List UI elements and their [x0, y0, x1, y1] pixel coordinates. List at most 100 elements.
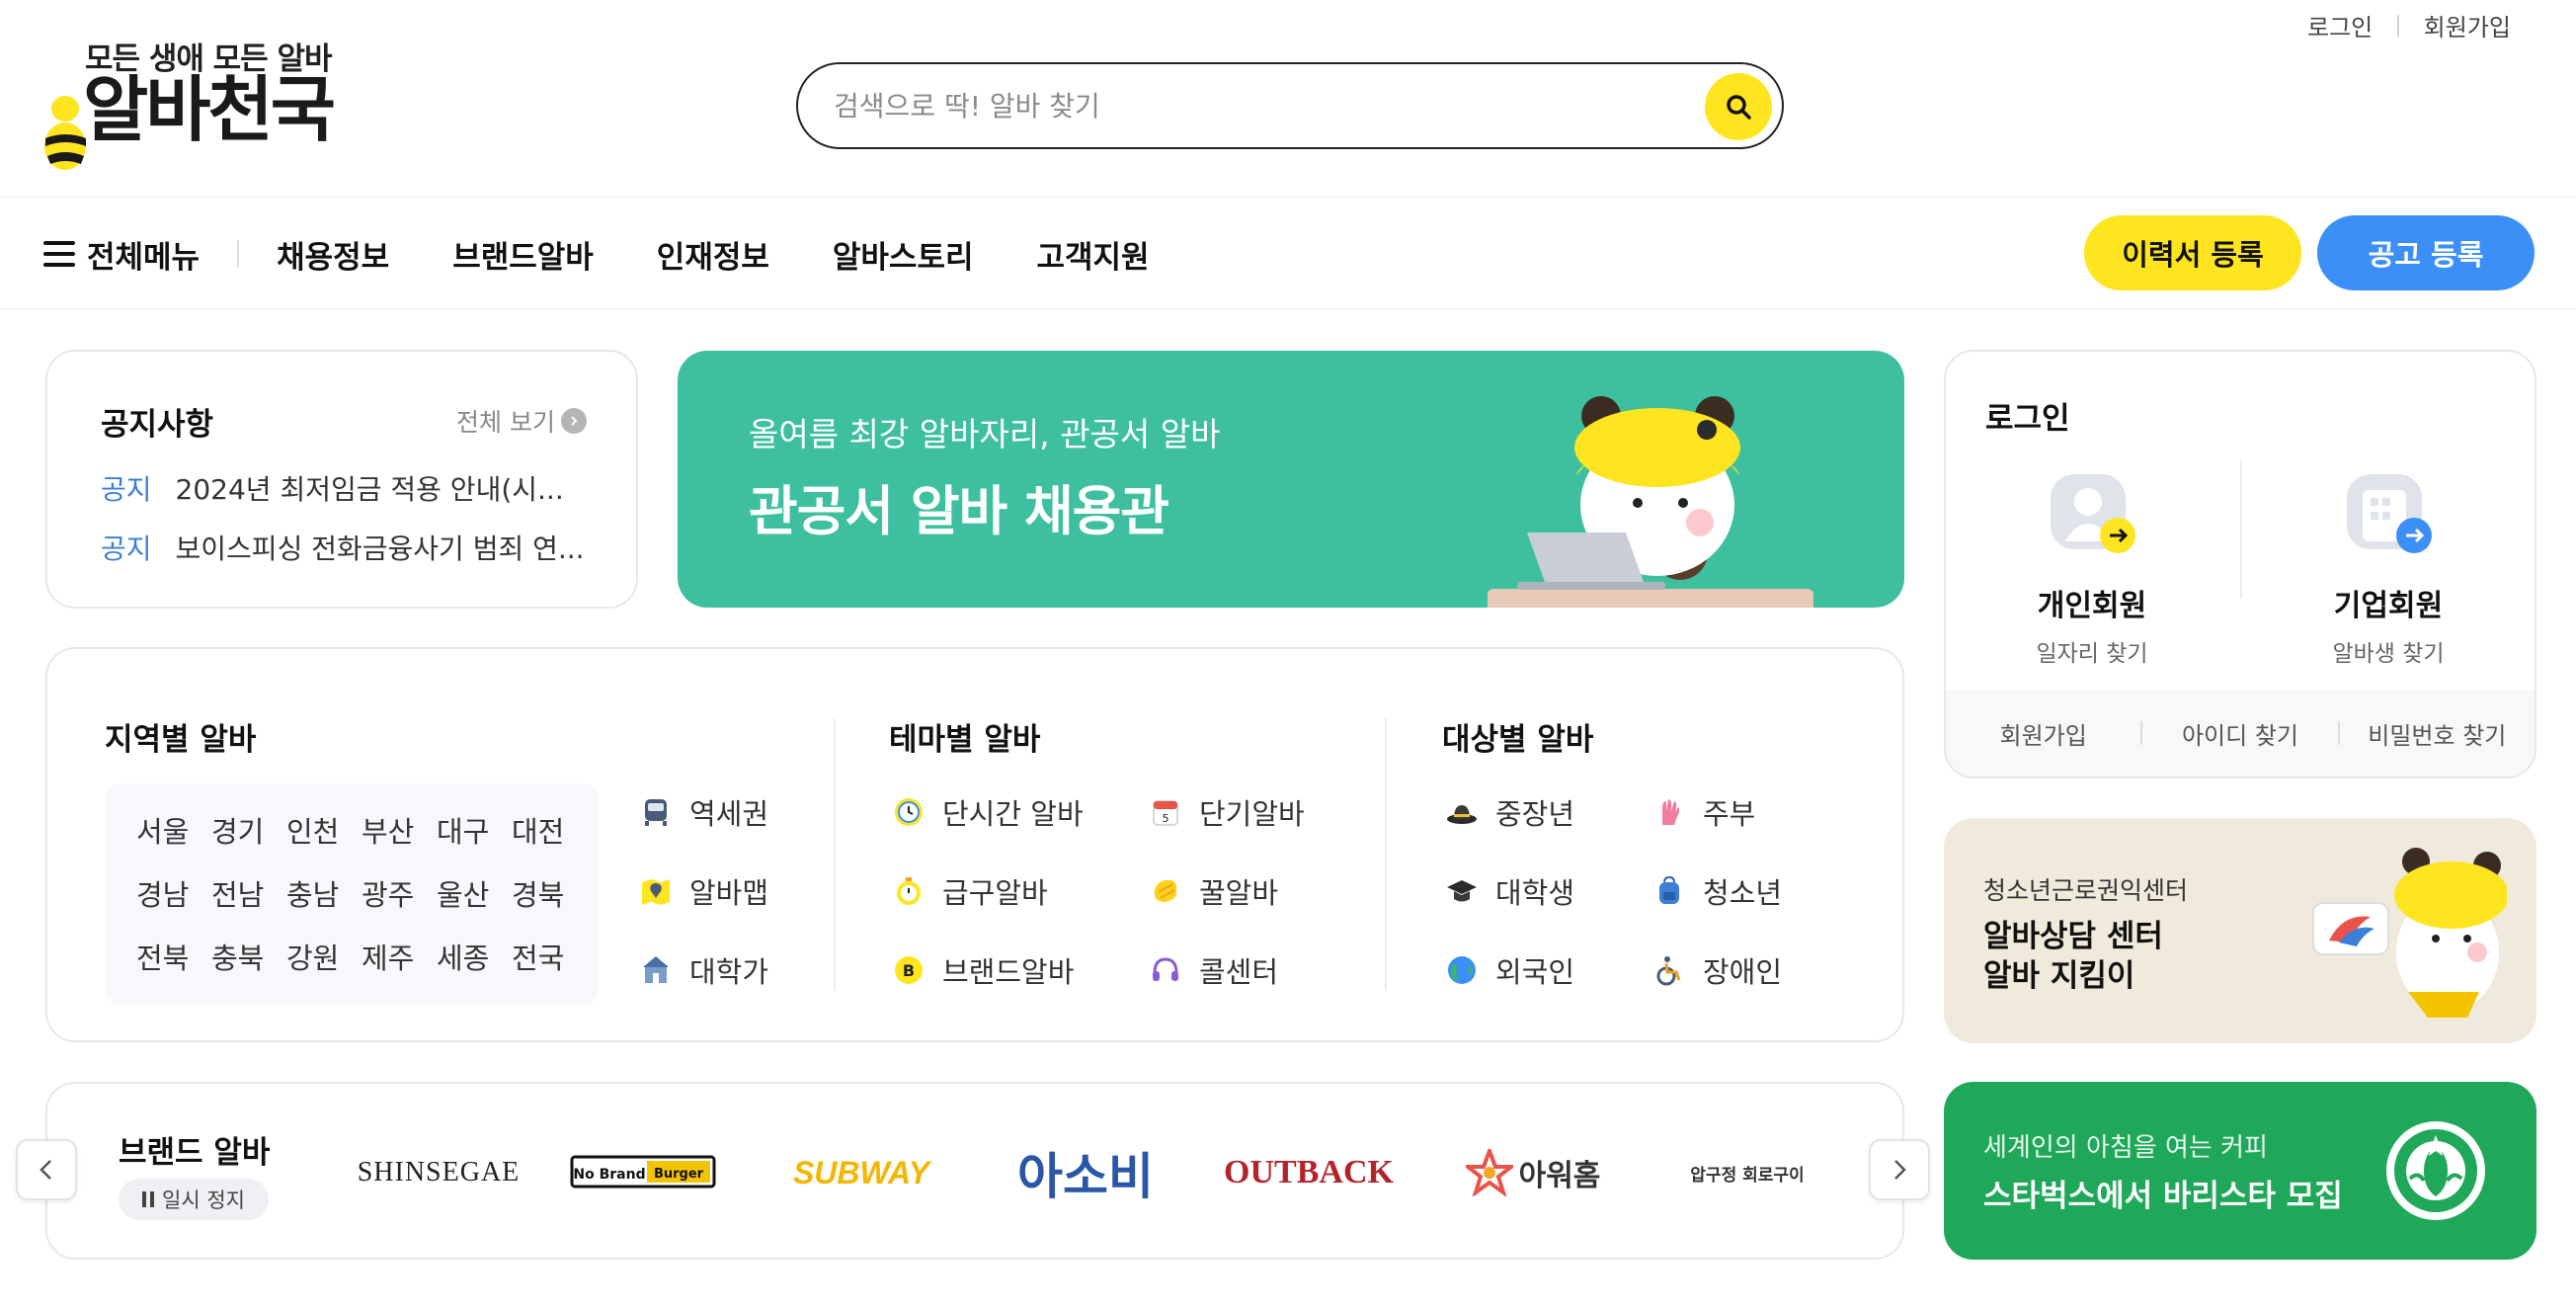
- category-youth[interactable]: 청소년: [1650, 870, 1782, 912]
- category-label: 콜센터: [1199, 955, 1279, 989]
- category-brand[interactable]: B 브랜드알바: [889, 949, 1074, 991]
- region-item[interactable]: 경북: [512, 872, 564, 914]
- login-title: 로그인: [1985, 401, 2070, 437]
- region-item[interactable]: 경기: [211, 809, 264, 851]
- university-icon: [636, 950, 676, 990]
- nav-item-talent[interactable]: 인재정보: [657, 232, 769, 277]
- category-disabled[interactable]: 장애인: [1650, 949, 1782, 991]
- pause-button[interactable]: 일시 정지: [119, 1179, 269, 1220]
- nav-item-brand[interactable]: 브랜드알바: [452, 232, 594, 277]
- divider: [0, 197, 2576, 198]
- region-item[interactable]: 전국: [512, 936, 564, 977]
- all-menu-button[interactable]: 전체메뉴: [43, 232, 200, 277]
- category-label: 청소년: [1703, 876, 1783, 910]
- divider: [0, 308, 2576, 309]
- divider: |: [2394, 13, 2402, 38]
- brand-logo-shinsegae[interactable]: SHINSEGAE: [340, 1143, 537, 1202]
- category-housewife[interactable]: 주부: [1650, 791, 1755, 833]
- find-id-link[interactable]: 아이디 찾기: [2142, 716, 2337, 751]
- category-label: 외국인: [1495, 955, 1575, 989]
- nav-item-story[interactable]: 알바스토리: [833, 232, 974, 277]
- region-item[interactable]: 경남: [136, 872, 189, 914]
- region-item[interactable]: 전북: [136, 936, 189, 977]
- search-input[interactable]: [834, 82, 1683, 129]
- region-item[interactable]: 울산: [437, 872, 489, 914]
- category-callcenter[interactable]: 콜센터: [1146, 949, 1278, 991]
- brand-logo-asobi[interactable]: 아소비: [1011, 1143, 1160, 1205]
- business-member-login[interactable]: 기업회원 알바생 찾기: [2290, 466, 2487, 668]
- category-foreigner[interactable]: 외국인: [1442, 949, 1574, 991]
- stopwatch-icon: [889, 871, 928, 911]
- logo-name: 알바천국: [83, 68, 336, 151]
- category-albamap[interactable]: 알바맵: [636, 870, 768, 912]
- brand-logo-outback[interactable]: OUTBACK: [1224, 1143, 1394, 1202]
- category-subway[interactable]: 역세권: [636, 791, 768, 833]
- brand-logo-subway[interactable]: SUBWAY: [782, 1143, 940, 1202]
- category-middle-aged[interactable]: 중장년: [1442, 791, 1574, 833]
- category-short-term[interactable]: 5 단기알바: [1146, 791, 1305, 833]
- region-item[interactable]: 충남: [286, 872, 339, 914]
- category-label: 꿀알바: [1199, 876, 1279, 910]
- main-banner[interactable]: 올여름 최강 알바자리, 관공서 알바 관공서 알바 채용관: [678, 351, 1904, 608]
- notice-item[interactable]: 공지 2024년 최저임금 적용 안내(시...: [101, 468, 564, 508]
- region-item[interactable]: 대구: [437, 809, 489, 851]
- region-item[interactable]: 인천: [286, 809, 339, 851]
- notice-card: 공지사항 전체 보기 공지 2024년 최저임금 적용 안내(시... 공지 보…: [45, 350, 638, 609]
- login-link[interactable]: 로그인: [2307, 8, 2373, 42]
- region-item[interactable]: 강원: [286, 936, 339, 977]
- category-label: 중장년: [1495, 797, 1575, 831]
- category-university[interactable]: 대학가: [636, 949, 768, 991]
- region-item[interactable]: 전남: [211, 872, 264, 914]
- region-item[interactable]: 광주: [362, 872, 414, 914]
- banner-title-line1: 알바상담 센터: [1983, 919, 2163, 954]
- category-label: 대학생: [1495, 876, 1575, 910]
- personal-member-desc: 일자리 찾기: [2036, 641, 2148, 667]
- category-college[interactable]: 대학생: [1442, 870, 1574, 912]
- mascot-laptop-illustration: [1488, 396, 1813, 608]
- backpack-icon: [1650, 871, 1689, 911]
- starbucks-logo-icon: [2386, 1121, 2485, 1220]
- region-item[interactable]: 세종: [437, 936, 489, 977]
- starbucks-banner[interactable]: 세계인의 아침을 여는 커피 스타벅스에서 바리스타 모집: [1944, 1082, 2536, 1260]
- brand-prev-button[interactable]: [16, 1139, 77, 1200]
- job-post-button[interactable]: 공고 등록: [2317, 215, 2535, 290]
- nav-item-support[interactable]: 고객지원: [1037, 232, 1150, 277]
- brand-logo-nobrandburger[interactable]: No Brand Burger: [569, 1143, 717, 1202]
- brand-strip: 브랜드 알바 일시 정지 SHINSEGAE No Brand Burger S…: [45, 1082, 1904, 1260]
- notice-item[interactable]: 공지 보이스피싱 전화금융사기 범죄 연...: [101, 528, 585, 567]
- region-item[interactable]: 충북: [211, 936, 264, 977]
- brand-next-button[interactable]: [1869, 1139, 1930, 1200]
- category-honey[interactable]: 꿀알바: [1146, 870, 1278, 912]
- divider: [1385, 718, 1387, 991]
- region-item[interactable]: 서울: [136, 809, 189, 851]
- brand-logo-apgujeong[interactable]: 압구정 회로구이: [1673, 1143, 1821, 1202]
- svg-text:Burger: Burger: [654, 1167, 704, 1182]
- pause-icon: [142, 1191, 155, 1207]
- signup-link[interactable]: 회원가입: [2424, 8, 2511, 42]
- category-short-time[interactable]: 단시간 알바: [889, 791, 1084, 833]
- resume-register-button[interactable]: 이력서 등록: [2084, 215, 2301, 290]
- region-item[interactable]: 대전: [512, 809, 564, 851]
- category-urgent[interactable]: 급구알바: [889, 870, 1048, 912]
- theme-section-title: 테마별 알바: [889, 722, 1041, 758]
- brand-logo-ourhome[interactable]: 아워홈: [1454, 1143, 1612, 1202]
- honey-icon: [1146, 871, 1185, 911]
- brand-title: 브랜드 알바: [119, 1135, 271, 1171]
- hamburger-icon: [43, 241, 75, 267]
- notice-view-all-link[interactable]: 전체 보기: [456, 403, 587, 439]
- chevron-right-icon: [561, 408, 587, 434]
- brand-name: 아소비: [1017, 1148, 1154, 1205]
- find-password-link[interactable]: 비밀번호 찾기: [2340, 716, 2535, 751]
- youth-center-banner[interactable]: 청소년근로권익센터 알바상담 센터 알바 지킴이: [1944, 818, 2536, 1043]
- main-nav: 전체메뉴 채용정보 브랜드알바 인재정보 알바스토리 고객지원: [43, 213, 1213, 294]
- nav-item-jobs[interactable]: 채용정보: [277, 232, 389, 277]
- search-button[interactable]: [1705, 73, 1772, 140]
- chevron-right-icon: [1894, 1160, 1906, 1180]
- region-item[interactable]: 제주: [362, 936, 414, 977]
- person-icon: [2043, 466, 2141, 565]
- signup-link[interactable]: 회원가입: [1946, 716, 2140, 751]
- clock-icon: [889, 792, 928, 832]
- personal-member-login[interactable]: 개인회원 일자리 찾기: [1993, 466, 2191, 668]
- site-logo[interactable]: 모든 생애 모든 알바 알바천국: [43, 34, 360, 170]
- region-item[interactable]: 부산: [362, 809, 414, 851]
